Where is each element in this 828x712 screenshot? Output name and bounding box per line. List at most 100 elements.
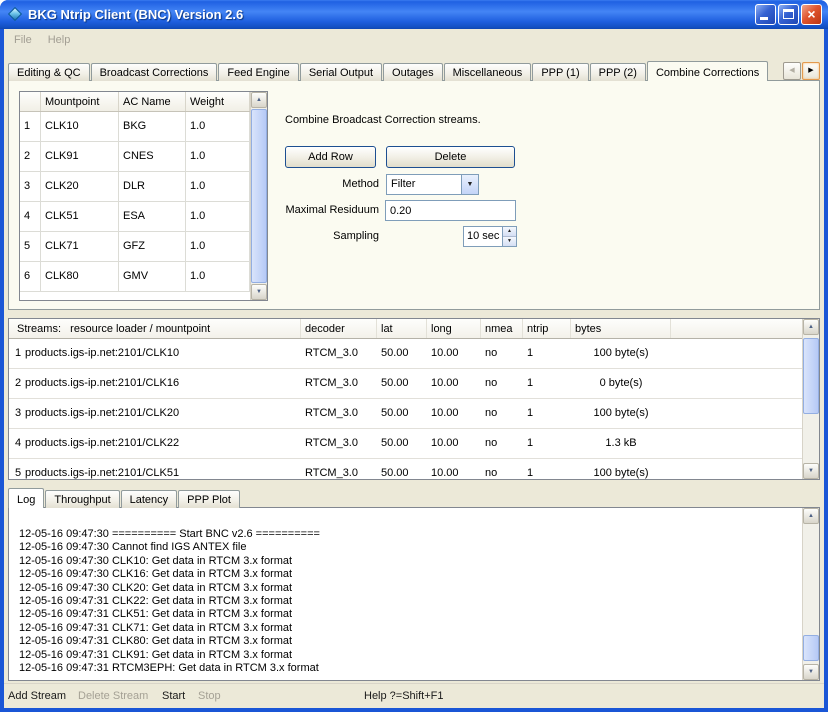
spin-down-button[interactable]: ▼ (503, 237, 516, 246)
dropdown-arrow-icon[interactable]: ▼ (461, 175, 478, 194)
tab-scroll-left-button[interactable]: ◀ (783, 62, 801, 80)
column-header-lat[interactable]: lat (377, 319, 427, 338)
column-header-long[interactable]: long (427, 319, 481, 338)
cell-mp[interactable]: CLK71 (41, 232, 119, 261)
cell-wt[interactable]: 1.0 (186, 142, 250, 171)
tab-log[interactable]: Log (8, 488, 44, 508)
cell-mp[interactable]: CLK91 (41, 142, 119, 171)
cell-mp[interactable]: CLK20 (41, 172, 119, 201)
add-row-button[interactable]: Add Row (285, 146, 376, 168)
cell-ac[interactable]: GMV (119, 262, 186, 291)
cell-mp[interactable]: CLK80 (41, 262, 119, 291)
delete-button[interactable]: Delete (386, 146, 515, 168)
sampling-spinbox[interactable]: 10 sec ▲ ▼ (463, 226, 517, 247)
cell-num[interactable]: 6 (20, 262, 41, 291)
stream-row[interactable]: 1products.igs-ip.net:2101/CLK10RTCM_3.05… (9, 339, 802, 369)
scroll-up-icon: ▲ (808, 513, 814, 519)
tab-ppp-plot[interactable]: PPP Plot (178, 490, 240, 508)
cell-num[interactable]: 1 (20, 112, 41, 141)
combine-table-row[interactable]: 2CLK91CNES1.0 (20, 142, 250, 172)
log-scrollbar[interactable]: ▲ ▼ (802, 508, 819, 680)
menu-help[interactable]: Help (40, 31, 79, 49)
scroll-down-button[interactable]: ▼ (803, 664, 819, 680)
tab-broadcast-corrections[interactable]: Broadcast Corrections (91, 63, 218, 81)
tab-combine-corrections[interactable]: Combine Corrections (647, 61, 768, 81)
tab-scroll-right-button[interactable]: ▶ (802, 62, 820, 80)
scroll-up-button[interactable]: ▲ (251, 92, 267, 108)
cell-wt[interactable]: 1.0 (186, 262, 250, 291)
titlebar[interactable]: BKG Ntrip Client (BNC) Version 2.6 × (0, 0, 828, 29)
streams-scrollbar[interactable]: ▲ ▼ (802, 319, 819, 479)
cell-num[interactable]: 2 (20, 142, 41, 171)
scrollbar-thumb[interactable] (251, 109, 267, 283)
stream-cell-lat: 50.00 (377, 459, 427, 479)
column-header-ac-name[interactable]: AC Name (119, 92, 186, 111)
cell-ac[interactable]: BKG (119, 112, 186, 141)
stream-cell-num: 4 (9, 429, 21, 458)
maximal-residuum-input[interactable] (385, 200, 516, 221)
cell-num[interactable]: 4 (20, 202, 41, 231)
combine-table-scrollbar[interactable]: ▲ ▼ (250, 92, 267, 300)
scrollbar-track[interactable] (803, 525, 819, 663)
tab-feed-engine[interactable]: Feed Engine (218, 63, 298, 81)
tab-serial-output[interactable]: Serial Output (300, 63, 382, 81)
scroll-down-button[interactable]: ▼ (251, 284, 267, 300)
cell-wt[interactable]: 1.0 (186, 112, 250, 141)
log-line: 12-05-16 09:47:30 CLK16: Get data in RTC… (19, 568, 802, 581)
tab-editing-qc[interactable]: Editing & QC (8, 63, 90, 81)
column-header-decoder[interactable]: decoder (301, 319, 377, 338)
stream-row[interactable]: 3products.igs-ip.net:2101/CLK20RTCM_3.05… (9, 399, 802, 429)
scroll-up-button[interactable]: ▲ (803, 319, 819, 335)
cell-wt[interactable]: 1.0 (186, 172, 250, 201)
minimize-button[interactable] (755, 4, 776, 25)
cell-wt[interactable]: 1.0 (186, 202, 250, 231)
cell-num[interactable]: 5 (20, 232, 41, 261)
column-header-bytes[interactable]: bytes (571, 319, 671, 338)
scrollbar-track[interactable] (251, 109, 267, 283)
column-header-weight[interactable]: Weight (186, 92, 250, 111)
scrollbar-thumb[interactable] (803, 635, 819, 661)
scroll-down-button[interactable]: ▼ (803, 463, 819, 479)
close-button[interactable]: × (801, 4, 822, 25)
spin-up-button[interactable]: ▲ (503, 227, 516, 237)
cell-num[interactable]: 3 (20, 172, 41, 201)
status-add-stream[interactable]: Add Stream (8, 690, 66, 702)
tab-miscellaneous[interactable]: Miscellaneous (444, 63, 532, 81)
scrollbar-track[interactable] (803, 336, 819, 462)
menu-file[interactable]: File (6, 31, 40, 49)
cell-ac[interactable]: DLR (119, 172, 186, 201)
tab-latency[interactable]: Latency (121, 490, 178, 508)
column-header-ntrip[interactable]: ntrip (523, 319, 571, 338)
method-dropdown[interactable]: Filter ▼ (386, 174, 479, 195)
cell-mp[interactable]: CLK10 (41, 112, 119, 141)
combine-table-row[interactable]: 4CLK51ESA1.0 (20, 202, 250, 232)
cell-ac[interactable]: CNES (119, 142, 186, 171)
combine-table-row[interactable]: 3CLK20DLR1.0 (20, 172, 250, 202)
close-icon: × (807, 6, 815, 22)
combine-table-row[interactable]: 1CLK10BKG1.0 (20, 112, 250, 142)
combine-table-main: Mountpoint AC Name Weight 1CLK10BKG1.02C… (20, 92, 250, 300)
column-header-mountpoint[interactable]: Mountpoint (41, 92, 119, 111)
cell-ac[interactable]: GFZ (119, 232, 186, 261)
combine-table-row[interactable]: 5CLK71GFZ1.0 (20, 232, 250, 262)
stream-cell-num: 5 (9, 459, 21, 479)
maximize-button[interactable] (778, 4, 799, 25)
scrollbar-thumb[interactable] (803, 338, 819, 414)
statusbar-help: Help ?=Shift+F1 (364, 690, 444, 702)
tab-ppp-1[interactable]: PPP (1) (532, 63, 588, 81)
combine-table-row[interactable]: 6CLK80GMV1.0 (20, 262, 250, 292)
column-header-resource[interactable]: Streams: resource loader / mountpoint (9, 319, 301, 338)
column-header-nmea[interactable]: nmea (481, 319, 523, 338)
cell-ac[interactable]: ESA (119, 202, 186, 231)
scroll-up-button[interactable]: ▲ (803, 508, 819, 524)
stream-row[interactable]: 2products.igs-ip.net:2101/CLK16RTCM_3.05… (9, 369, 802, 399)
log-line: 12-05-16 09:47:31 RTCM3EPH: Get data in … (19, 662, 802, 675)
stream-row[interactable]: 5products.igs-ip.net:2101/CLK51RTCM_3.05… (9, 459, 802, 479)
tab-ppp-2[interactable]: PPP (2) (590, 63, 646, 81)
status-start[interactable]: Start (162, 690, 185, 702)
tab-outages[interactable]: Outages (383, 63, 443, 81)
cell-mp[interactable]: CLK51 (41, 202, 119, 231)
stream-row[interactable]: 4products.igs-ip.net:2101/CLK22RTCM_3.05… (9, 429, 802, 459)
tab-throughput[interactable]: Throughput (45, 490, 119, 508)
cell-wt[interactable]: 1.0 (186, 232, 250, 261)
